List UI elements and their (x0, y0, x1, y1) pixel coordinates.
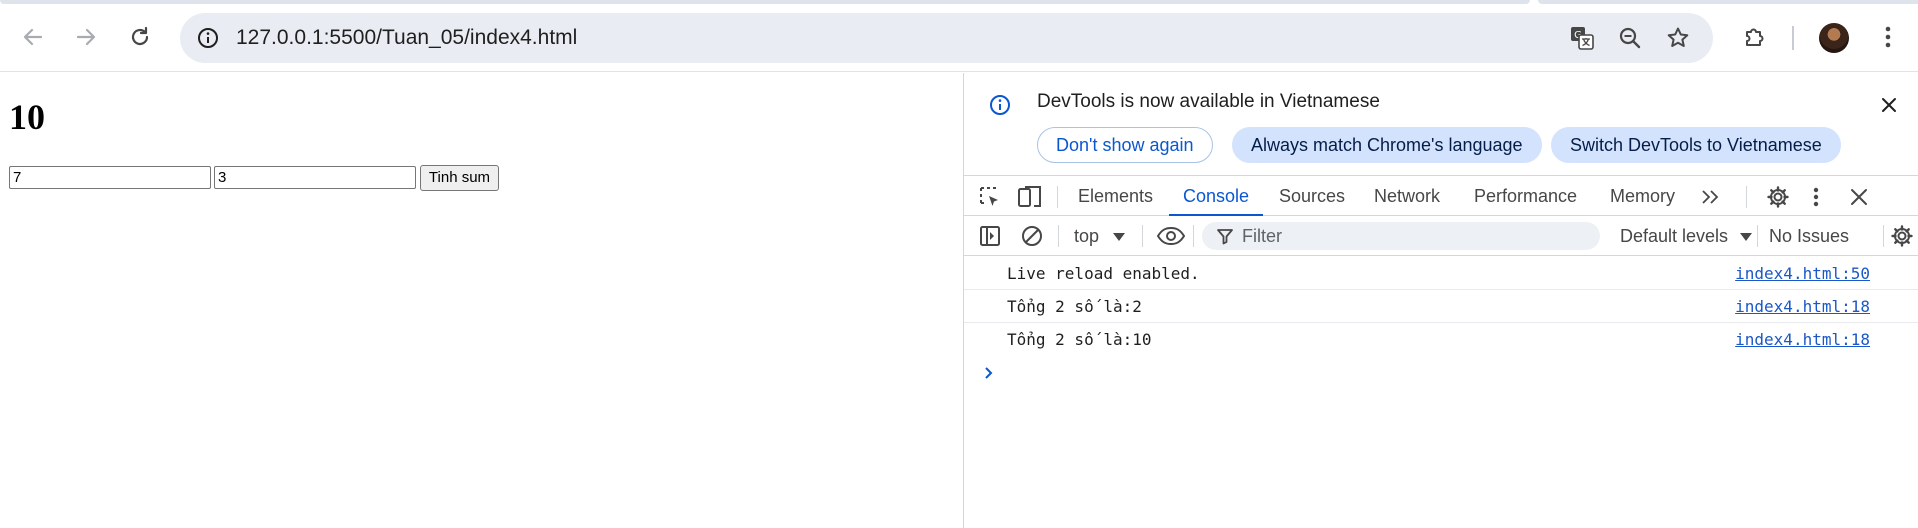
console-log-row: Tổng 2 số là:10 index4.html:18 (964, 323, 1918, 356)
infobar-message: DevTools is now available in Vietnamese (1037, 91, 1380, 112)
tab-elements[interactable]: Elements (1078, 176, 1153, 216)
devtools-panel: DevTools is now available in Vietnamese … (963, 73, 1918, 528)
toolbar-separator (1142, 225, 1143, 247)
console-output: Live reload enabled. index4.html:50 Tổng… (964, 257, 1918, 379)
back-button[interactable] (13, 17, 53, 57)
site-info-icon[interactable] (192, 22, 224, 54)
extensions-button[interactable] (1735, 17, 1775, 57)
toolbar-separator (1883, 225, 1884, 247)
switch-to-vietnamese-button[interactable]: Switch DevTools to Vietnamese (1551, 127, 1841, 163)
device-toolbar-icon[interactable] (1016, 183, 1044, 211)
tab-performance[interactable]: Performance (1474, 176, 1577, 216)
live-expression-eye-icon[interactable] (1154, 222, 1188, 250)
bookmark-star-icon[interactable] (1662, 22, 1694, 54)
close-icon (1882, 98, 1896, 112)
page-content: 10 Tinh sum (0, 73, 963, 528)
settings-gear-icon[interactable] (1764, 183, 1792, 211)
console-log-row: Tổng 2 số là:2 index4.html:18 (964, 290, 1918, 323)
infobar-close-button[interactable] (1876, 92, 1902, 118)
arrow-right-icon (76, 28, 96, 46)
sum-button[interactable]: Tinh sum (420, 165, 499, 191)
devtools-tab-bar: Elements Console Sources Network Perform… (964, 175, 1918, 217)
console-filter-input[interactable]: Filter (1202, 222, 1600, 250)
tab-separator (1746, 186, 1747, 208)
log-levels-label: Default levels (1620, 226, 1729, 246)
chrome-menu-button[interactable] (1868, 17, 1908, 57)
dropdown-triangle-icon (1740, 233, 1753, 241)
address-bar[interactable]: 127.0.0.1:5500/Tuan_05/index4.html G (180, 13, 1713, 63)
devtools-menu-icon[interactable] (1802, 183, 1830, 211)
toolbar-separator (1193, 225, 1194, 247)
log-message: Tổng 2 số là:2 (1007, 297, 1142, 316)
context-selector[interactable]: top (1074, 216, 1126, 256)
dropdown-triangle-icon (1113, 233, 1126, 241)
zoom-icon[interactable] (1614, 22, 1646, 54)
toolbar-separator (1792, 26, 1794, 50)
inspect-element-icon[interactable] (976, 183, 1004, 211)
url-text[interactable]: 127.0.0.1:5500/Tuan_05/index4.html (236, 13, 577, 63)
sidebar-toggle-icon[interactable] (976, 222, 1004, 250)
tab-separator (1057, 186, 1058, 208)
kebab-menu-icon (1885, 26, 1891, 48)
number-a-input[interactable] (9, 166, 211, 189)
translate-icon[interactable]: G (1566, 22, 1598, 54)
issues-counter[interactable]: No Issues (1769, 216, 1849, 256)
sum-result-heading: 10 (9, 97, 45, 137)
console-log-row: Live reload enabled. index4.html:50 (964, 257, 1918, 290)
toolbar-separator (1757, 225, 1758, 247)
context-label: top (1074, 226, 1100, 246)
language-infobar: DevTools is now available in Vietnamese … (964, 73, 1918, 175)
reload-icon (131, 26, 149, 46)
tab-network[interactable]: Network (1374, 176, 1440, 216)
number-b-input[interactable] (214, 166, 416, 189)
tab-console[interactable]: Console (1168, 176, 1264, 217)
always-match-language-button[interactable]: Always match Chrome's language (1232, 127, 1542, 163)
log-source-link[interactable]: index4.html:18 (1735, 323, 1870, 356)
arrow-left-icon (23, 28, 43, 46)
log-message: Tổng 2 số là:10 (1007, 330, 1152, 349)
console-toolbar: top Filter Default levels No Issues (964, 216, 1918, 256)
more-tabs-chevron-icon[interactable] (1697, 183, 1725, 211)
clear-console-icon[interactable] (1018, 222, 1046, 250)
log-source-link[interactable]: index4.html:18 (1735, 290, 1870, 323)
forward-button[interactable] (66, 17, 106, 57)
log-message: Live reload enabled. (1007, 264, 1200, 283)
dont-show-again-button[interactable]: Don't show again (1037, 127, 1213, 163)
console-settings-gear-icon[interactable] (1888, 222, 1916, 250)
tab-sources[interactable]: Sources (1279, 176, 1345, 216)
info-icon (988, 93, 1012, 117)
browser-toolbar: 127.0.0.1:5500/Tuan_05/index4.html G (0, 4, 1918, 72)
log-levels-dropdown[interactable]: Default levels (1620, 216, 1753, 256)
tab-memory[interactable]: Memory (1610, 176, 1675, 216)
filter-funnel-icon (1217, 229, 1233, 245)
profile-avatar[interactable] (1819, 23, 1849, 53)
filter-placeholder: Filter (1242, 226, 1282, 246)
puzzle-icon (1746, 28, 1764, 46)
reload-button[interactable] (120, 17, 160, 57)
log-source-link[interactable]: index4.html:50 (1735, 257, 1870, 290)
console-prompt-chevron-icon[interactable] (980, 364, 998, 382)
toolbar-separator (1058, 225, 1059, 247)
devtools-close-icon[interactable] (1845, 183, 1873, 211)
